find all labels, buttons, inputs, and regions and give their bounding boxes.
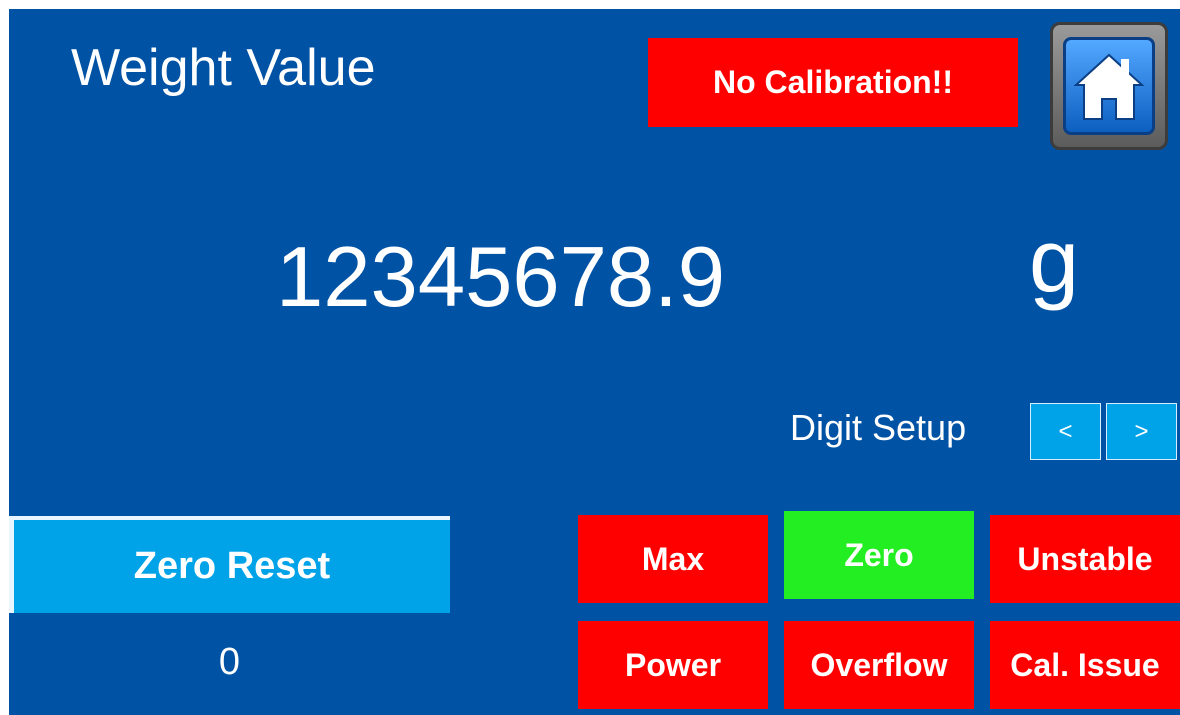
digit-left-button[interactable]: < [1030,403,1101,460]
digit-right-button[interactable]: > [1106,403,1177,460]
zero-reset-value: 0 [218,641,241,683]
status-overflow-indicator: Overflow [784,621,974,709]
home-icon [1073,53,1145,120]
zero-reset-button[interactable]: Zero Reset [9,516,450,613]
weight-value: 12345678.9 [276,230,726,325]
status-unstable-indicator: Unstable [990,515,1180,603]
weight-unit: g [1029,212,1080,312]
status-cal-issue-indicator: Cal. Issue [990,621,1180,709]
page-title: Weight Value [71,39,376,97]
calibration-warning-badge: No Calibration!! [648,38,1018,127]
status-power-indicator: Power [578,621,768,709]
status-zero-indicator: Zero [784,511,974,599]
status-max-indicator: Max [578,515,768,603]
home-button-face [1063,37,1155,135]
top-frame-edge [0,0,1180,9]
digit-setup-label: Digit Setup [790,407,967,448]
home-button[interactable] [1050,22,1168,150]
